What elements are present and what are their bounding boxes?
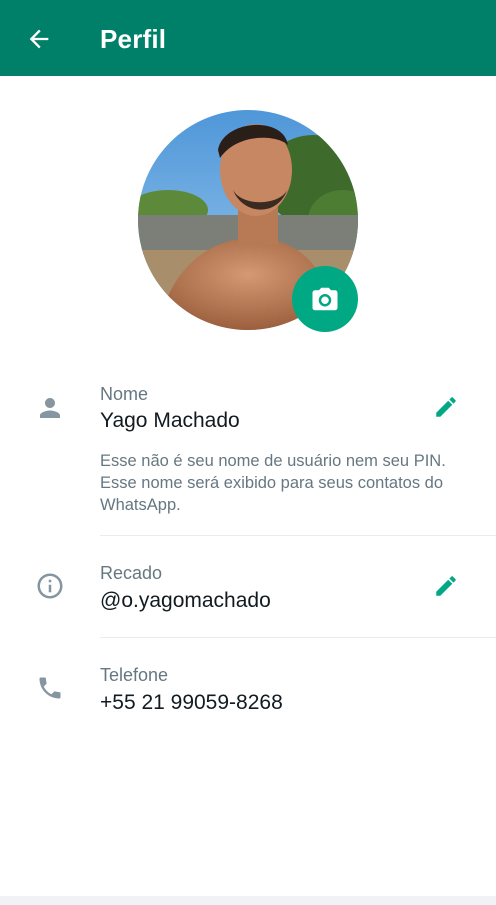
info-icon bbox=[34, 570, 66, 602]
profile-photo-section bbox=[138, 110, 360, 332]
phone-label: Telefone bbox=[100, 665, 169, 685]
camera-icon bbox=[312, 287, 338, 311]
name-value: Yago Machado bbox=[100, 409, 240, 432]
about-label: Recado bbox=[100, 563, 163, 583]
divider bbox=[100, 637, 496, 638]
back-button[interactable] bbox=[22, 22, 56, 56]
divider bbox=[100, 535, 496, 536]
phone-value: +55 21 99059-8268 bbox=[100, 691, 283, 714]
phone-row: Telefone +55 21 99059-8268 bbox=[0, 662, 496, 732]
about-value: @o.yagomachado bbox=[100, 589, 271, 612]
phone-icon bbox=[34, 672, 66, 704]
app-bar: Perfil bbox=[0, 0, 496, 76]
name-hint: Esse não é seu nome de usuário nem seu P… bbox=[100, 452, 446, 514]
arrow-left-icon bbox=[29, 29, 49, 49]
person-icon bbox=[34, 392, 66, 424]
pencil-icon bbox=[436, 397, 456, 417]
bottom-edge bbox=[0, 896, 496, 905]
name-label: Nome bbox=[100, 384, 149, 404]
edit-name-button[interactable] bbox=[430, 391, 462, 423]
edit-about-button[interactable] bbox=[430, 570, 462, 602]
pencil-icon bbox=[436, 576, 456, 596]
name-row[interactable]: Nome Yago Machado Esse não é seu nome de… bbox=[0, 380, 496, 530]
change-photo-button[interactable] bbox=[292, 266, 358, 332]
page-title: Perfil bbox=[100, 24, 167, 54]
about-row[interactable]: Recado @o.yagomachado bbox=[0, 560, 496, 630]
